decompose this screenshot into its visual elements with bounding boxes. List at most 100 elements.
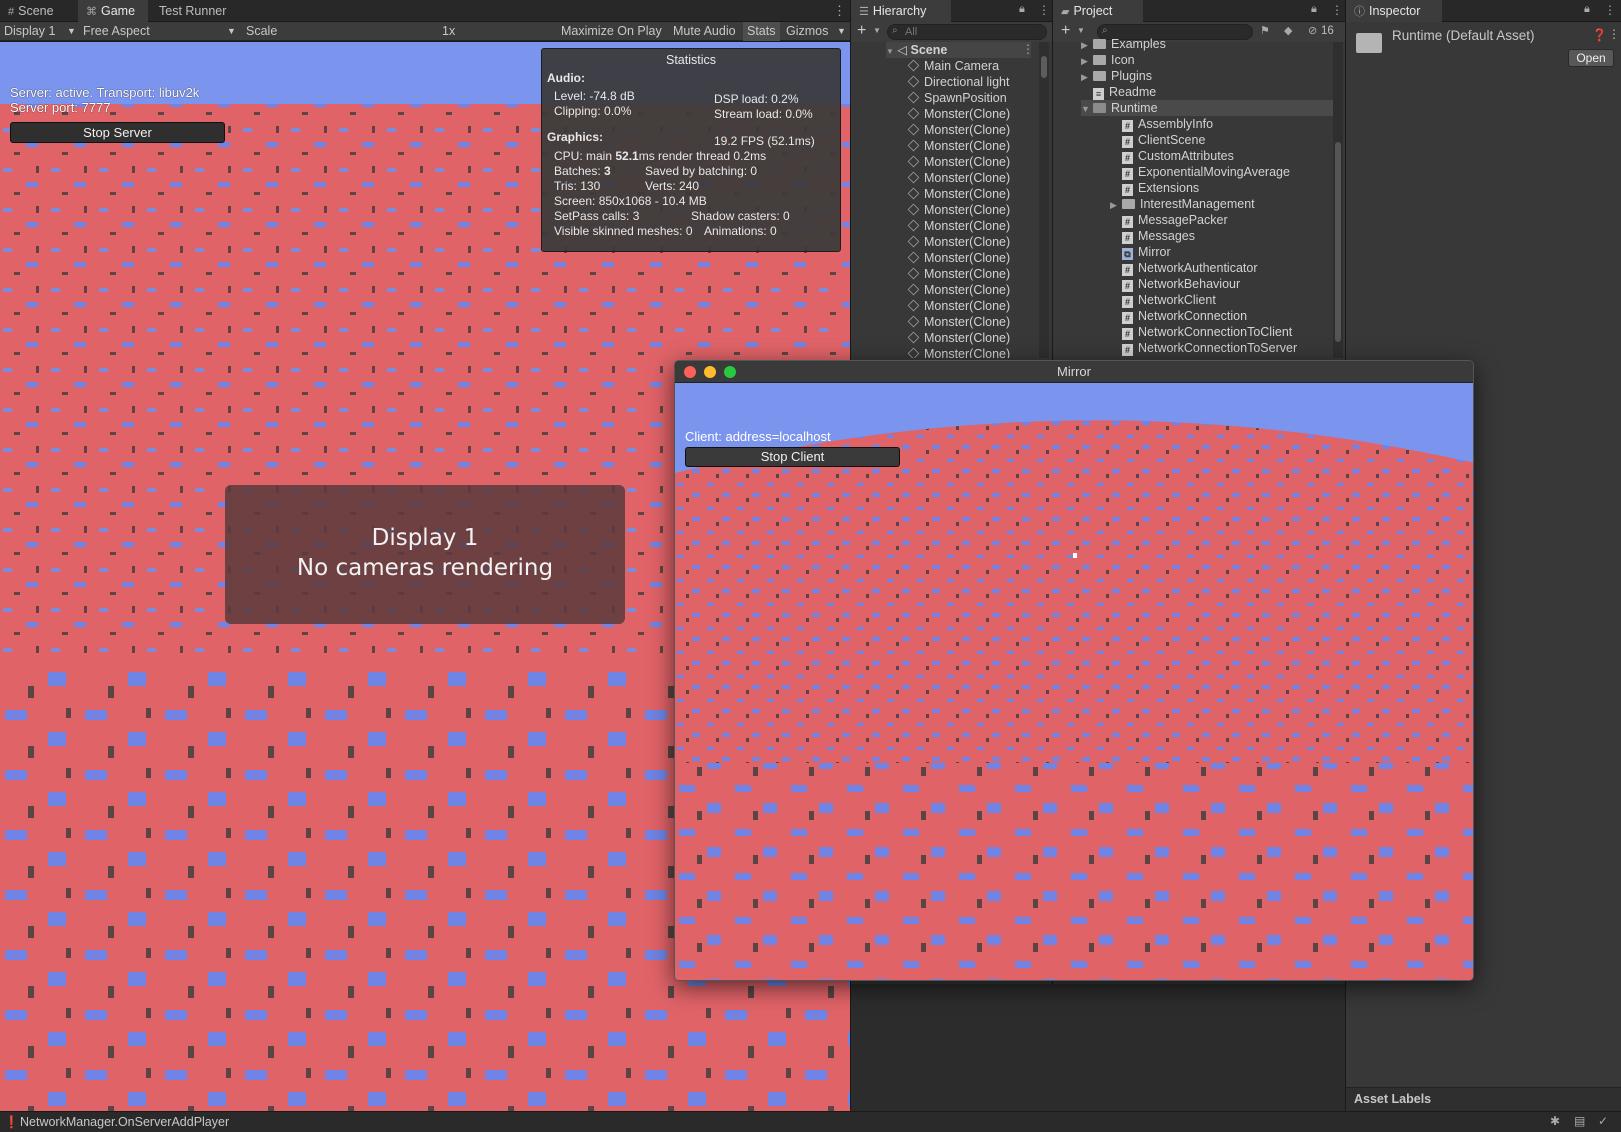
tab-test-runner[interactable]: Test Runner <box>151 0 234 22</box>
help-icon[interactable]: ❓ <box>1592 28 1607 42</box>
project-item[interactable]: # AssemblyInfo <box>1122 116 1213 132</box>
more-options-icon[interactable]: ⋮ <box>1038 3 1050 17</box>
hierarchy-item[interactable]: Monster(Clone) <box>907 250 1010 266</box>
project-item[interactable]: # ExponentialMovingAverage <box>1122 164 1290 180</box>
script-icon: # <box>1122 312 1133 324</box>
hierarchy-item[interactable]: Monster(Clone) <box>907 186 1010 202</box>
display-dropdown[interactable]: Display 1 <box>4 22 55 41</box>
asset-labels-bar: Asset Labels <box>1346 1087 1621 1111</box>
tab-scene[interactable]: # Scene <box>0 0 62 22</box>
project-item[interactable]: # NetworkConnection <box>1122 308 1247 324</box>
hierarchy-item[interactable]: Monster(Clone) <box>907 330 1010 346</box>
hierarchy-item[interactable]: Main Camera <box>907 58 999 74</box>
project-item[interactable]: # Messages <box>1122 228 1195 244</box>
tab-game[interactable]: ⌘ Game <box>78 0 148 22</box>
chevron-right-icon[interactable]: ▶ <box>1081 69 1093 85</box>
mirror-client-window[interactable]: Mirror Client: address=localhost Stop Cl… <box>674 360 1474 981</box>
hierarchy-item[interactable]: Monster(Clone) <box>907 346 1010 358</box>
scrollbar-thumb[interactable] <box>1041 56 1047 78</box>
mirror-window-titlebar[interactable]: Mirror <box>675 361 1473 383</box>
overlay-line2: No cameras rendering <box>296 555 554 581</box>
stats-title: Statistics <box>665 53 716 67</box>
minimize-window-button[interactable] <box>704 366 716 378</box>
hierarchy-item[interactable]: Monster(Clone) <box>907 106 1010 122</box>
project-item[interactable]: ▶ Examples <box>1081 36 1166 52</box>
project-item[interactable]: # NetworkAuthenticator <box>1122 260 1258 276</box>
script-icon: # <box>1122 328 1133 340</box>
hierarchy-item[interactable]: Monster(Clone) <box>907 154 1010 170</box>
more-options-icon[interactable]: ⋮ <box>833 3 846 19</box>
hierarchy-scrollbar[interactable] <box>1039 42 1049 358</box>
project-item[interactable]: # ClientScene <box>1122 132 1205 148</box>
project-item[interactable]: ▼ Runtime <box>1081 100 1333 116</box>
stop-client-button[interactable]: Stop Client <box>685 447 900 467</box>
chevron-right-icon[interactable]: ▶ <box>1081 37 1093 53</box>
bug-icon[interactable]: ✱ <box>1550 1114 1560 1128</box>
maximize-on-play-button[interactable]: Maximize On Play <box>561 22 662 41</box>
gameobject-cube-icon <box>907 123 920 136</box>
stats-audio-label: Audio: <box>547 71 585 85</box>
folder-icon <box>1093 39 1106 49</box>
mouse-cursor-icon <box>1073 553 1077 558</box>
hierarchy-item[interactable]: Monster(Clone) <box>907 234 1010 250</box>
gizmos-button[interactable]: Gizmos <box>786 22 828 41</box>
mirror-game-view[interactable]: Client: address=localhost Stop Client <box>675 383 1473 980</box>
scale-label: Scale <box>246 24 278 38</box>
hierarchy-item[interactable]: Monster(Clone) <box>907 218 1010 234</box>
project-item[interactable]: # NetworkConnectionToServer <box>1122 340 1297 356</box>
hierarchy-item[interactable]: Monster(Clone) <box>907 298 1010 314</box>
project-item[interactable]: ▶ InterestManagement <box>1110 196 1255 212</box>
progress-check-icon[interactable]: ✓ <box>1598 1114 1608 1128</box>
hierarchy-item[interactable]: Monster(Clone) <box>907 122 1010 138</box>
chevron-down-icon: ▼ <box>67 26 76 36</box>
aspect-dropdown[interactable]: Free Aspect <box>83 22 150 41</box>
project-item[interactable]: ≡ Readme <box>1081 84 1156 100</box>
mute-audio-button[interactable]: Mute Audio <box>673 22 736 41</box>
zoom-window-button[interactable] <box>724 366 736 378</box>
gameobject-cube-icon <box>907 203 920 216</box>
more-options-icon[interactable]: ⋮ <box>1608 27 1620 41</box>
hierarchy-item[interactable]: Monster(Clone) <box>907 170 1010 186</box>
close-window-button[interactable] <box>684 366 696 378</box>
folder-icon <box>1093 71 1106 81</box>
hierarchy-item[interactable]: Monster(Clone) <box>907 314 1010 330</box>
gameobject-cube-icon <box>907 59 920 72</box>
cache-icon[interactable]: ▤ <box>1574 1114 1585 1128</box>
hierarchy-item[interactable]: Directional light <box>907 74 1009 90</box>
hierarchy-item[interactable]: Monster(Clone) <box>907 138 1010 154</box>
gameobject-cube-icon <box>907 139 920 152</box>
hierarchy-item[interactable]: Monster(Clone) <box>907 266 1010 282</box>
project-item[interactable]: ▶ Plugins <box>1081 68 1152 84</box>
stop-server-button[interactable]: Stop Server <box>10 122 225 143</box>
project-scrollbar[interactable] <box>1333 42 1343 358</box>
lock-icon[interactable]: 🔒︎ <box>1584 3 1590 16</box>
more-options-icon[interactable]: ⋮ <box>1604 3 1616 17</box>
stats-setpass: SetPass calls: 3 <box>554 209 640 223</box>
hierarchy-item[interactable]: Monster(Clone) <box>907 202 1010 218</box>
project-list: ▶ Examples ▶ Icon ▶ Plugins ≡ Readme ▼ Runtime # As… <box>1053 0 1333 358</box>
status-message[interactable]: NetworkManager.OnServerAddPlayer <box>20 1115 229 1129</box>
hierarchy-item[interactable]: SpawnPosition <box>907 90 1007 106</box>
tab-inspector[interactable]: ⓘ Inspector <box>1346 0 1442 22</box>
project-item[interactable]: # NetworkConnectionToClient <box>1122 324 1292 340</box>
script-icon: # <box>1122 168 1133 180</box>
project-item[interactable]: # NetworkClient <box>1122 292 1216 308</box>
project-item[interactable]: ▶ Icon <box>1081 52 1135 68</box>
hierarchy-item[interactable]: Monster(Clone) <box>907 282 1010 298</box>
project-item[interactable]: # MessagePacker <box>1122 212 1228 228</box>
project-item[interactable]: # CustomAttributes <box>1122 148 1234 164</box>
project-item[interactable]: ⧉ Mirror <box>1122 244 1171 260</box>
scrollbar-thumb[interactable] <box>1335 142 1341 342</box>
chevron-right-icon[interactable]: ▶ <box>1081 53 1093 69</box>
project-item[interactable]: # NetworkBehaviour <box>1122 276 1240 292</box>
project-item[interactable]: # Extensions <box>1122 180 1199 196</box>
script-icon: # <box>1122 232 1133 244</box>
server-status-line2: Server port: 7777 <box>10 100 111 115</box>
stats-verts: Verts: 240 <box>645 179 700 193</box>
chevron-down-icon[interactable]: ▼ <box>1081 101 1093 117</box>
document-icon: ≡ <box>1093 88 1104 100</box>
stats-button[interactable]: Stats <box>743 22 780 41</box>
chevron-right-icon[interactable]: ▶ <box>1110 197 1122 213</box>
open-button[interactable]: Open <box>1568 49 1614 67</box>
gameobject-cube-icon <box>907 187 920 200</box>
